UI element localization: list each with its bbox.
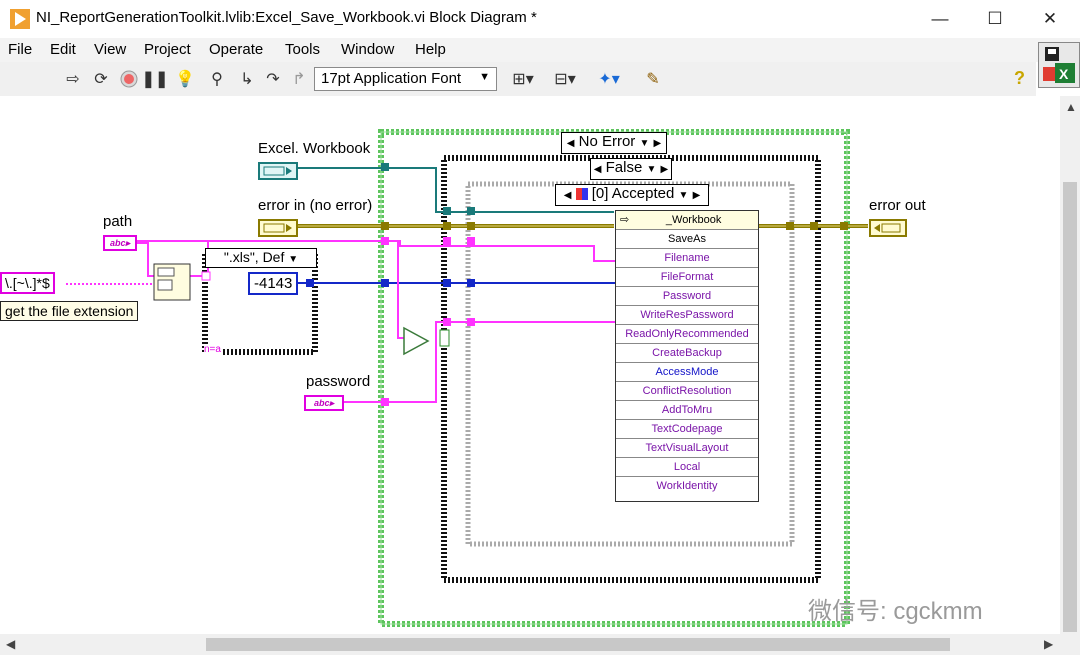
pause-icon[interactable]: ❚❚ — [142, 68, 169, 90]
horizontal-scrollbar[interactable]: ◀ ▶ — [0, 634, 1080, 655]
excel-workbook-label: Excel. Workbook — [258, 140, 371, 157]
invoke-method-name: SaveAs — [616, 229, 758, 248]
error-out-indicator[interactable] — [869, 219, 907, 237]
menu-bar: File Edit View Project Operate Tools Win… — [0, 38, 1080, 62]
excel-workbook-control[interactable] — [258, 162, 298, 180]
next-case-icon[interactable]: ▶ — [661, 164, 669, 175]
chevron-down-icon: ▼ — [479, 71, 490, 83]
param-createbackup[interactable]: CreateBackup — [616, 343, 758, 362]
index-label: n=a — [204, 344, 221, 355]
param-addtomru[interactable]: AddToMru — [616, 400, 758, 419]
file-ext-case-value: ".xls", Def — [223, 249, 285, 265]
vertical-scroll-thumb[interactable] — [1063, 182, 1077, 632]
diagram-wires — [66, 129, 868, 627]
param-accessmode[interactable]: AccessMode — [616, 362, 758, 381]
minimize-button[interactable]: — — [920, 6, 960, 32]
prev-case-icon[interactable]: ◀ — [594, 164, 602, 175]
scroll-left-icon[interactable]: ◀ — [6, 637, 15, 651]
font-select-value: 17pt Application Font — [321, 70, 462, 87]
menu-help[interactable]: Help — [415, 41, 446, 58]
menu-view[interactable]: View — [94, 41, 126, 58]
maximize-button[interactable]: ☐ — [975, 6, 1015, 32]
cleanup-diagram-icon[interactable]: ✎ — [638, 68, 668, 90]
step-over-icon[interactable]: ↷ — [262, 68, 284, 90]
run-continuously-icon[interactable]: ⟳ — [90, 68, 112, 90]
bool-case-value: False — [605, 159, 643, 176]
scroll-up-icon[interactable]: ▲ — [1065, 100, 1077, 114]
prev-case-icon[interactable]: ◀ — [567, 138, 575, 149]
context-help-icon[interactable]: ? — [1014, 68, 1025, 89]
error-in-control[interactable] — [258, 219, 298, 237]
run-arrow-icon[interactable]: ⇨ — [62, 68, 84, 90]
param-writerespassword[interactable]: WriteResPassword — [616, 305, 758, 324]
error-case-value: No Error — [578, 133, 636, 150]
labview-app-icon — [10, 9, 30, 29]
param-conflictresolution[interactable]: ConflictResolution — [616, 381, 758, 400]
password-label: password — [306, 373, 371, 390]
retain-wire-values-icon[interactable]: ⚲ — [206, 68, 228, 90]
step-out-icon[interactable]: ↱ — [288, 68, 310, 90]
param-textvisuallayout[interactable]: TextVisualLayout — [616, 438, 758, 457]
distribute-objects-icon[interactable]: ⊟▾ — [550, 68, 580, 90]
menu-project[interactable]: Project — [144, 41, 191, 58]
next-case-icon[interactable]: ▶ — [693, 190, 701, 201]
comment-label: get the file extension — [0, 301, 139, 321]
menu-file[interactable]: File — [8, 41, 32, 58]
align-objects-icon[interactable]: ⊞▾ — [508, 68, 538, 90]
error-in-label: error in (no error) — [258, 197, 373, 214]
menu-edit[interactable]: Edit — [50, 41, 76, 58]
refnum-arrow-icon: ⇨ — [620, 214, 630, 226]
path-label: path — [103, 213, 133, 230]
abort-icon[interactable] — [118, 68, 140, 90]
font-select[interactable]: 17pt Application Font ▼ — [314, 67, 497, 91]
param-password[interactable]: Password — [616, 286, 758, 305]
menu-window[interactable]: Window — [341, 41, 394, 58]
prev-case-icon[interactable]: ◀ — [564, 190, 572, 201]
invoke-class-name: _Workbook — [665, 214, 722, 226]
window-title: NI_ReportGenerationToolkit.lvlib:Excel_S… — [36, 9, 537, 26]
password-control[interactable]: abc▸ — [304, 395, 344, 411]
svg-text:X: X — [1059, 66, 1069, 82]
menu-operate[interactable]: Operate — [209, 41, 263, 58]
step-into-icon[interactable]: ↳ — [236, 68, 258, 90]
event-case-icon — [575, 188, 588, 201]
param-workidentity[interactable]: WorkIdentity — [616, 476, 758, 495]
param-filename[interactable]: Filename — [616, 248, 758, 267]
watermark: 微信号: cgckmm — [808, 598, 983, 625]
param-fileformat[interactable]: FileFormat — [616, 267, 758, 286]
file-ext-case-selector[interactable]: ".xls", Def ▼ — [205, 248, 317, 268]
workbook-invoke-node[interactable]: ⇨ _Workbook SaveAs Filename FileFormat P… — [615, 210, 759, 502]
regex-constant[interactable]: \.[~\.]*$ — [0, 272, 55, 294]
next-case-icon[interactable]: ▶ — [654, 138, 662, 149]
close-button[interactable]: ✕ — [1030, 6, 1070, 32]
param-textcodepage[interactable]: TextCodepage — [616, 419, 758, 438]
error-out-label: error out — [869, 197, 926, 214]
menu-tools[interactable]: Tools — [285, 41, 320, 58]
horizontal-scroll-thumb[interactable] — [206, 638, 950, 651]
chevron-down-icon: ▼ — [678, 190, 689, 201]
chevron-down-icon: ▼ — [646, 164, 657, 175]
xlformat-constant[interactable]: -4143 — [248, 272, 299, 295]
toolbar: ⇨ ⟳ ❚❚ 💡 ⚲ ↳ ↷ ↱ 17pt Application Font ▼… — [0, 62, 1036, 97]
chevron-down-icon: ▼ — [639, 138, 650, 149]
scroll-right-icon[interactable]: ▶ — [1044, 637, 1053, 651]
param-readonlyrecommended[interactable]: ReadOnlyRecommended — [616, 324, 758, 343]
invoke-node-header: ⇨ _Workbook — [616, 211, 758, 229]
error-case-selector[interactable]: ◀ No Error ▼ ▶ — [561, 132, 667, 154]
event-case-selector[interactable]: ◀ [0] Accepted ▼ ▶ — [555, 184, 709, 206]
path-control[interactable]: abc▸ — [103, 235, 137, 251]
vertical-scrollbar[interactable]: ▲ — [1060, 96, 1080, 634]
title-bar: NI_ReportGenerationToolkit.lvlib:Excel_S… — [0, 0, 1080, 38]
event-case-value: [0] Accepted — [591, 185, 675, 202]
bool-case-selector[interactable]: ◀ False ▼ ▶ — [590, 158, 672, 180]
block-diagram-canvas[interactable]: Excel. Workbook error in (no error) erro… — [0, 96, 1060, 634]
highlight-execution-icon[interactable]: 💡 — [174, 68, 196, 90]
vi-icon: X — [1038, 42, 1080, 88]
reorder-icon[interactable]: ✦▾ — [594, 68, 624, 90]
param-local[interactable]: Local — [616, 457, 758, 476]
chevron-down-icon: ▼ — [288, 254, 299, 265]
